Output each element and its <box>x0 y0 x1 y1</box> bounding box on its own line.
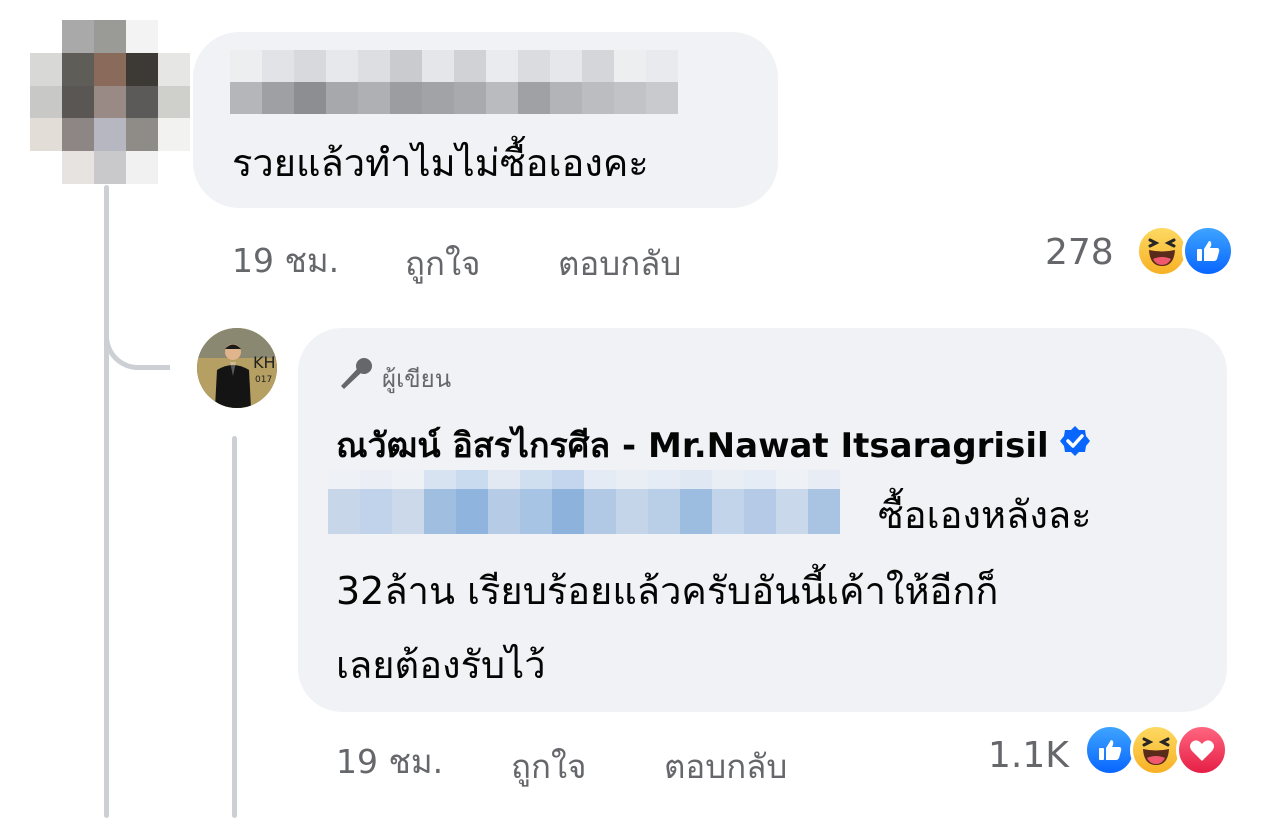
author-avatar[interactable]: KH 017 <box>197 328 277 408</box>
comment-thread: รวยแล้วทำไมไม่ซื้อเองคะ 19 ชม. ถูกใจ ตอบ… <box>0 0 1280 818</box>
author-name[interactable]: ณวัฒน์ อิสรไกรศีล - Mr.Nawat Itsaragrisi… <box>336 418 1049 472</box>
like-button[interactable]: ถูกใจ <box>405 237 480 290</box>
comment-text-line: 32ล้าน เรียบร้อยแล้วครับอันนี้เค้าให้อีก… <box>336 569 999 613</box>
comment-text-line: เลยต้องรับไว้ <box>336 643 546 687</box>
microphone-icon <box>336 356 374 400</box>
comment-timestamp[interactable]: 19 ชม. <box>336 735 443 788</box>
reply-button[interactable]: ตอบกลับ <box>664 740 787 793</box>
like-icon <box>1182 225 1234 277</box>
author-badge: ผู้เขียน <box>336 356 451 400</box>
author-badge-label: ผู้เขียน <box>382 364 452 393</box>
love-icon <box>1176 724 1228 776</box>
author-name-blurred[interactable] <box>230 50 678 114</box>
thread-line-reply <box>232 436 237 818</box>
haha-icon <box>1136 225 1188 277</box>
comment-timestamp[interactable]: 19 ชม. <box>232 234 339 287</box>
like-button[interactable]: ถูกใจ <box>511 740 586 793</box>
thread-line <box>104 185 109 818</box>
avatar-blurred[interactable] <box>30 20 190 184</box>
haha-icon <box>1130 724 1182 776</box>
comment-text: รวยแล้วทำไมไม่ซื้อเองคะ <box>232 141 649 185</box>
thread-connector <box>104 300 170 370</box>
mention-blurred[interactable] <box>328 470 840 534</box>
author-name-link[interactable]: ณวัฒน์ อิสรไกรศีล - Mr.Nawat Itsaragrisi… <box>336 418 1091 472</box>
reply-button[interactable]: ตอบกลับ <box>558 237 681 290</box>
svg-text:KH: KH <box>253 353 276 372</box>
verified-badge-icon <box>1059 425 1091 466</box>
reaction-count[interactable]: 1.1K <box>988 735 1069 776</box>
reaction-summary[interactable] <box>1136 225 1234 277</box>
reaction-count[interactable]: 278 <box>1045 232 1114 273</box>
svg-text:017: 017 <box>255 375 272 385</box>
comment-text-line: ซื้อเองหลังละ <box>878 493 1092 537</box>
like-icon <box>1084 724 1136 776</box>
reaction-summary[interactable] <box>1084 724 1228 776</box>
